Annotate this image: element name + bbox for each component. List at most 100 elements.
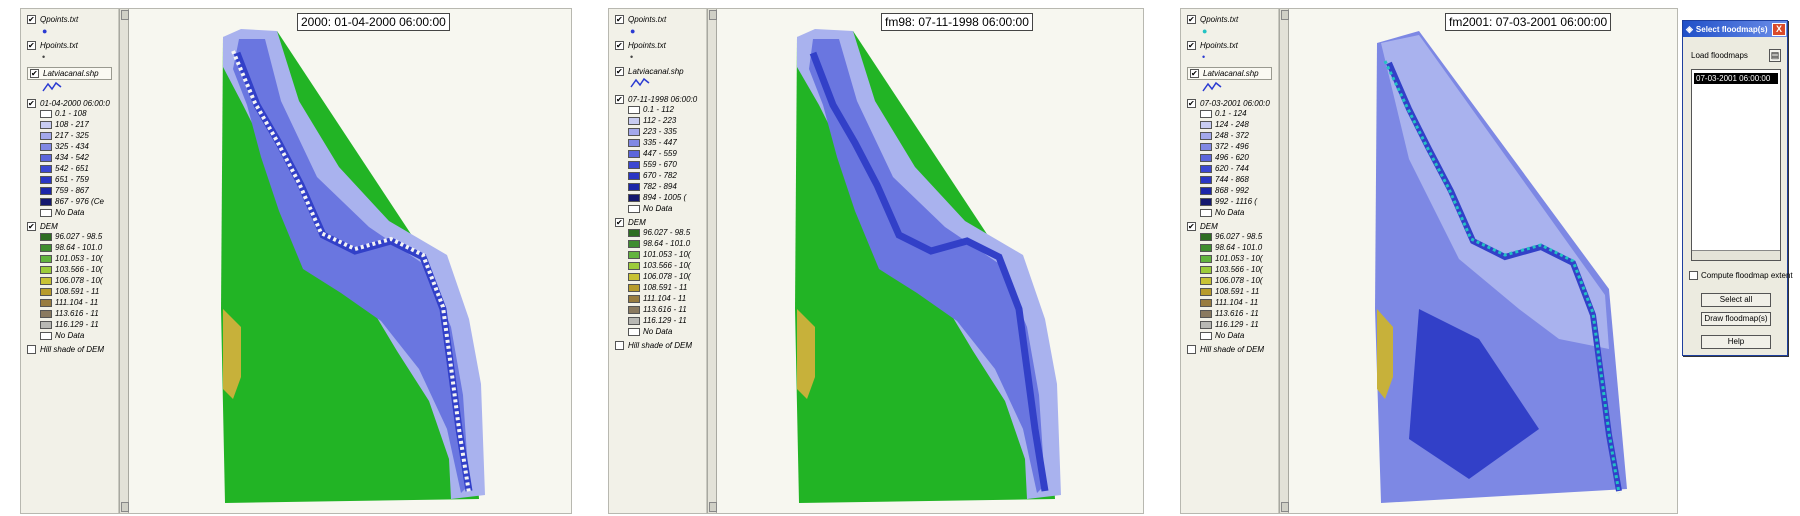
- close-icon[interactable]: X: [1772, 22, 1786, 36]
- layer-dem[interactable]: DEM: [615, 218, 706, 227]
- legend-swatch: [40, 120, 52, 129]
- legend-class-row: 447 - 559: [628, 148, 706, 159]
- legend-class-row: 113.616 - 11: [1200, 308, 1278, 319]
- legend-swatch: [40, 142, 52, 151]
- legend-swatch: [628, 250, 640, 259]
- latvia-checkbox[interactable]: [1190, 69, 1199, 78]
- qpoints-symbol-icon: ●: [630, 26, 636, 36]
- qpoints-checkbox[interactable]: [615, 15, 624, 24]
- hpoints-checkbox[interactable]: [615, 41, 624, 50]
- latvia-checkbox[interactable]: [30, 69, 39, 78]
- legend-class-row: 248 - 372: [1200, 130, 1278, 141]
- legend-class-label: 325 - 434: [55, 142, 89, 151]
- latvia-checkbox[interactable]: [615, 67, 624, 76]
- legend-scrollbar[interactable]: [119, 9, 129, 513]
- legend-class-row: 0.1 - 124: [1200, 108, 1278, 119]
- legend-class-label: No Data: [55, 208, 85, 217]
- layer-dem[interactable]: DEM: [1187, 222, 1278, 231]
- list-item[interactable]: 07-03-2001 06:00:00: [1694, 73, 1778, 84]
- hillshade-checkbox[interactable]: [615, 341, 624, 350]
- layer-latvia[interactable]: Latviacanal.shp: [615, 67, 706, 76]
- flood-checkbox[interactable]: [1187, 99, 1196, 108]
- qpoints-checkbox[interactable]: [27, 15, 36, 24]
- map-view[interactable]: fm2001: 07-03-2001 06:00:00: [1289, 9, 1677, 513]
- layer-latvia[interactable]: Latviacanal.shp: [1187, 67, 1272, 80]
- draw-floodmaps-button[interactable]: Draw floodmap(s): [1701, 312, 1771, 326]
- legend-class-row: 434 - 542: [40, 152, 118, 163]
- legend-swatch: [40, 320, 52, 329]
- legend-class-label: No Data: [55, 331, 85, 340]
- layer-hillshade[interactable]: Hill shade of DEM: [1187, 345, 1278, 354]
- flood-classes: 0.1 - 112 112 - 223 223 - 335 335 - 447 447 …: [628, 104, 706, 214]
- legend-swatch: [628, 316, 640, 325]
- layer-hpoints[interactable]: Hpoints.txt: [1187, 41, 1278, 50]
- dem-checkbox[interactable]: [27, 222, 36, 231]
- flood-checkbox[interactable]: [27, 99, 36, 108]
- select-all-button[interactable]: Select all: [1701, 293, 1771, 307]
- layer-flood[interactable]: 07-11-1998 06:00:0: [615, 95, 706, 104]
- layer-latvia-label: Latviacanal.shp: [1203, 69, 1259, 78]
- folder-icon[interactable]: ▤: [1769, 49, 1781, 62]
- map-app-icon: ◈: [1686, 23, 1693, 34]
- dem-checkbox[interactable]: [615, 218, 624, 227]
- map-canvas[interactable]: [1289, 9, 1677, 514]
- legend-class-row: 103.566 - 10(: [40, 264, 118, 275]
- layer-hpoints-label: Hpoints.txt: [1200, 41, 1238, 50]
- list-scrollbar[interactable]: [1692, 250, 1780, 260]
- table-of-contents: Qpoints.txt ● Hpoints.txt • Latviacanal.…: [21, 9, 119, 513]
- legend-swatch: [628, 182, 640, 191]
- help-button[interactable]: Help: [1701, 335, 1771, 349]
- legend-class-label: 106.078 - 10(: [55, 276, 103, 285]
- layer-dem-label: DEM: [1200, 222, 1218, 231]
- legend-swatch: [40, 232, 52, 241]
- layer-hillshade-label: Hill shade of DEM: [628, 341, 693, 350]
- legend-class-label: 447 - 559: [643, 149, 677, 158]
- legend-swatch: [1200, 164, 1212, 173]
- layer-hillshade[interactable]: Hill shade of DEM: [27, 345, 118, 354]
- legend-class-row: No Data: [40, 207, 118, 218]
- layer-qpoints[interactable]: Qpoints.txt: [27, 15, 118, 24]
- compute-extent-checkbox[interactable]: [1689, 271, 1698, 280]
- floodmap-list[interactable]: 07-03-2001 06:00:00: [1691, 69, 1781, 261]
- map-canvas[interactable]: [717, 9, 1143, 514]
- map-canvas[interactable]: [129, 9, 571, 514]
- compute-extent-option[interactable]: Compute floodmap extent: [1689, 271, 1793, 280]
- legend-class-label: 101.053 - 10(: [55, 254, 103, 263]
- layer-flood[interactable]: 01-04-2000 06:00:0: [27, 99, 118, 108]
- layer-hpoints[interactable]: Hpoints.txt: [615, 41, 706, 50]
- hillshade-checkbox[interactable]: [1187, 345, 1196, 354]
- layer-flood[interactable]: 07-03-2001 06:00:0: [1187, 99, 1278, 108]
- legend-swatch: [40, 276, 52, 285]
- legend-class-label: 113.616 - 11: [55, 309, 99, 318]
- legend-class-row: 103.566 - 10(: [1200, 264, 1278, 275]
- flood-checkbox[interactable]: [615, 95, 624, 104]
- legend-class-label: 113.616 - 11: [643, 305, 687, 314]
- legend-class-label: 111.104 - 11: [643, 294, 687, 303]
- legend-class-row: 108.591 - 11: [40, 286, 118, 297]
- legend-class-row: 113.616 - 11: [40, 308, 118, 319]
- hpoints-checkbox[interactable]: [1187, 41, 1196, 50]
- layer-qpoints[interactable]: Qpoints.txt: [615, 15, 706, 24]
- hpoints-checkbox[interactable]: [27, 41, 36, 50]
- legend-swatch: [1200, 298, 1212, 307]
- layer-qpoints[interactable]: Qpoints.txt: [1187, 15, 1278, 24]
- legend-class-label: 96.027 - 98.5: [643, 228, 691, 237]
- legend-swatch: [628, 239, 640, 248]
- layer-hpoints[interactable]: Hpoints.txt: [27, 41, 118, 50]
- layer-hillshade[interactable]: Hill shade of DEM: [615, 341, 706, 350]
- legend-swatch: [628, 305, 640, 314]
- legend-class-label: 248 - 372: [1215, 131, 1249, 140]
- legend-scrollbar[interactable]: [707, 9, 717, 513]
- dialog-titlebar[interactable]: ◈ Select floodmap(s) X: [1683, 21, 1787, 37]
- legend-swatch: [628, 160, 640, 169]
- hpoints-symbol-icon: •: [630, 52, 634, 62]
- map-view[interactable]: fm98: 07-11-1998 06:00:00: [717, 9, 1143, 513]
- dem-checkbox[interactable]: [1187, 222, 1196, 231]
- layer-latvia[interactable]: Latviacanal.shp: [27, 67, 112, 80]
- layer-dem[interactable]: DEM: [27, 222, 118, 231]
- qpoints-checkbox[interactable]: [1187, 15, 1196, 24]
- legend-scrollbar[interactable]: [1279, 9, 1289, 513]
- hillshade-checkbox[interactable]: [27, 345, 36, 354]
- map-view[interactable]: 2000: 01-04-2000 06:00:00: [129, 9, 571, 513]
- legend-swatch: [40, 164, 52, 173]
